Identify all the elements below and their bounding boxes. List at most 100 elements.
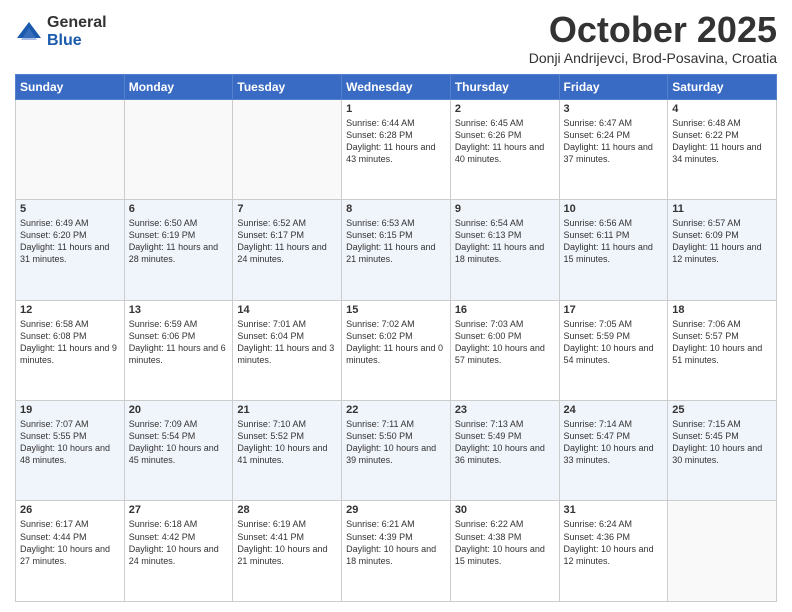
- table-row: 11 Sunrise: 6:57 AM Sunset: 6:09 PM Dayli…: [668, 200, 777, 300]
- logo-text: General Blue: [47, 14, 107, 49]
- day-number: 22: [346, 404, 446, 416]
- table-row: 22 Sunrise: 7:11 AM Sunset: 5:50 PM Dayli…: [342, 401, 451, 501]
- day-number: 26: [20, 504, 120, 516]
- table-row: 7 Sunrise: 6:52 AM Sunset: 6:17 PM Daylig…: [233, 200, 342, 300]
- day-number: 20: [129, 404, 229, 416]
- day-number: 17: [564, 304, 664, 316]
- table-row: [233, 99, 342, 199]
- table-row: 15Sunrise: 7:02 AM Sunset: 6:02 PM Dayli…: [342, 300, 451, 400]
- day-info: Sunrise: 7:07 AM Sunset: 5:55 PM Dayligh…: [20, 418, 120, 467]
- table-row: 14Sunrise: 7:01 AM Sunset: 6:04 PM Dayli…: [233, 300, 342, 400]
- table-row: 12Sunrise: 6:58 AM Sunset: 6:08 PM Dayli…: [16, 300, 125, 400]
- day-number: 27: [129, 504, 229, 516]
- day-info: Sunrise: 7:15 AM Sunset: 5:45 PM Dayligh…: [672, 418, 772, 467]
- day-info: Sunrise: 6:58 AM Sunset: 6:08 PM Dayligh…: [20, 318, 120, 367]
- table-row: 3 Sunrise: 6:47 AM Sunset: 6:24 PM Daylig…: [559, 99, 668, 199]
- table-row: 18Sunrise: 7:06 AM Sunset: 5:57 PM Dayli…: [668, 300, 777, 400]
- day-info: Sunrise: 6:57 AM Sunset: 6:09 PM Dayligh…: [672, 217, 772, 266]
- location: Donji Andrijevci, Brod-Posavina, Croatia: [529, 50, 777, 66]
- month-title: October 2025: [529, 10, 777, 50]
- day-info: Sunrise: 6:49 AM Sunset: 6:20 PM Dayligh…: [20, 217, 120, 266]
- col-tuesday: Tuesday: [233, 74, 342, 99]
- day-number: 31: [564, 504, 664, 516]
- day-info: Sunrise: 7:10 AM Sunset: 5:52 PM Dayligh…: [237, 418, 337, 467]
- logo-blue: Blue: [47, 32, 107, 50]
- table-row: 6Sunrise: 6:50 AM Sunset: 6:19 PM Daylig…: [124, 200, 233, 300]
- table-row: 19 Sunrise: 7:07 AM Sunset: 5:55 PM Dayli…: [16, 401, 125, 501]
- day-number: 7: [237, 203, 337, 215]
- table-row: 30Sunrise: 6:22 AM Sunset: 4:38 PM Dayli…: [450, 501, 559, 602]
- calendar-week-row: 1Sunrise: 6:44 AM Sunset: 6:28 PM Daylig…: [16, 99, 777, 199]
- day-number: 24: [564, 404, 664, 416]
- day-number: 16: [455, 304, 555, 316]
- table-row: 27 Sunrise: 6:18 AM Sunset: 4:42 PM Dayli…: [124, 501, 233, 602]
- day-info: Sunrise: 6:45 AM Sunset: 6:26 PM Dayligh…: [455, 117, 555, 166]
- day-number: 25: [672, 404, 772, 416]
- calendar-table: Sunday Monday Tuesday Wednesday Thursday…: [15, 74, 777, 602]
- table-row: 29 Sunrise: 6:21 AM Sunset: 4:39 PM Dayli…: [342, 501, 451, 602]
- logo: General Blue: [15, 14, 107, 49]
- day-number: 5: [20, 203, 120, 215]
- day-number: 3: [564, 103, 664, 115]
- day-number: 4: [672, 103, 772, 115]
- logo-general: General: [47, 14, 107, 32]
- page: General Blue October 2025 Donji Andrijev…: [0, 0, 792, 612]
- table-row: 21 Sunrise: 7:10 AM Sunset: 5:52 PM Dayli…: [233, 401, 342, 501]
- table-row: [16, 99, 125, 199]
- day-info: Sunrise: 6:17 AM Sunset: 4:44 PM Dayligh…: [20, 518, 120, 567]
- day-info: Sunrise: 7:03 AM Sunset: 6:00 PM Dayligh…: [455, 318, 555, 367]
- day-number: 21: [237, 404, 337, 416]
- day-info: Sunrise: 6:47 AM Sunset: 6:24 PM Dayligh…: [564, 117, 664, 166]
- day-info: Sunrise: 6:21 AM Sunset: 4:39 PM Dayligh…: [346, 518, 446, 567]
- day-number: 8: [346, 203, 446, 215]
- day-info: Sunrise: 6:52 AM Sunset: 6:17 PM Dayligh…: [237, 217, 337, 266]
- day-info: Sunrise: 7:01 AM Sunset: 6:04 PM Dayligh…: [237, 318, 337, 367]
- table-row: 17Sunrise: 7:05 AM Sunset: 5:59 PM Dayli…: [559, 300, 668, 400]
- day-info: Sunrise: 6:50 AM Sunset: 6:19 PM Dayligh…: [129, 217, 229, 266]
- day-info: Sunrise: 7:06 AM Sunset: 5:57 PM Dayligh…: [672, 318, 772, 367]
- table-row: 2Sunrise: 6:45 AM Sunset: 6:26 PM Daylig…: [450, 99, 559, 199]
- header: General Blue October 2025 Donji Andrijev…: [15, 10, 777, 66]
- col-saturday: Saturday: [668, 74, 777, 99]
- table-row: 26 Sunrise: 6:17 AM Sunset: 4:44 PM Dayli…: [16, 501, 125, 602]
- day-info: Sunrise: 7:02 AM Sunset: 6:02 PM Dayligh…: [346, 318, 446, 367]
- day-number: 9: [455, 203, 555, 215]
- calendar-header-row: Sunday Monday Tuesday Wednesday Thursday…: [16, 74, 777, 99]
- calendar-week-row: 19 Sunrise: 7:07 AM Sunset: 5:55 PM Dayli…: [16, 401, 777, 501]
- table-row: 1Sunrise: 6:44 AM Sunset: 6:28 PM Daylig…: [342, 99, 451, 199]
- day-info: Sunrise: 7:13 AM Sunset: 5:49 PM Dayligh…: [455, 418, 555, 467]
- day-number: 28: [237, 504, 337, 516]
- col-wednesday: Wednesday: [342, 74, 451, 99]
- table-row: 28Sunrise: 6:19 AM Sunset: 4:41 PM Dayli…: [233, 501, 342, 602]
- title-block: October 2025 Donji Andrijevci, Brod-Posa…: [529, 10, 777, 66]
- table-row: 20Sunrise: 7:09 AM Sunset: 5:54 PM Dayli…: [124, 401, 233, 501]
- day-number: 13: [129, 304, 229, 316]
- table-row: 5 Sunrise: 6:49 AM Sunset: 6:20 PM Daylig…: [16, 200, 125, 300]
- day-info: Sunrise: 6:53 AM Sunset: 6:15 PM Dayligh…: [346, 217, 446, 266]
- table-row: 24 Sunrise: 7:14 AM Sunset: 5:47 PM Dayli…: [559, 401, 668, 501]
- calendar-week-row: 12Sunrise: 6:58 AM Sunset: 6:08 PM Dayli…: [16, 300, 777, 400]
- calendar-week-row: 26 Sunrise: 6:17 AM Sunset: 4:44 PM Dayli…: [16, 501, 777, 602]
- day-info: Sunrise: 7:14 AM Sunset: 5:47 PM Dayligh…: [564, 418, 664, 467]
- day-number: 10: [564, 203, 664, 215]
- day-number: 23: [455, 404, 555, 416]
- day-info: Sunrise: 6:48 AM Sunset: 6:22 PM Dayligh…: [672, 117, 772, 166]
- day-number: 11: [672, 203, 772, 215]
- day-info: Sunrise: 6:18 AM Sunset: 4:42 PM Dayligh…: [129, 518, 229, 567]
- table-row: 23 Sunrise: 7:13 AM Sunset: 5:49 PM Dayli…: [450, 401, 559, 501]
- table-row: 13Sunrise: 6:59 AM Sunset: 6:06 PM Dayli…: [124, 300, 233, 400]
- col-friday: Friday: [559, 74, 668, 99]
- day-number: 29: [346, 504, 446, 516]
- day-info: Sunrise: 6:22 AM Sunset: 4:38 PM Dayligh…: [455, 518, 555, 567]
- day-number: 19: [20, 404, 120, 416]
- table-row: [668, 501, 777, 602]
- col-thursday: Thursday: [450, 74, 559, 99]
- table-row: 31 Sunrise: 6:24 AM Sunset: 4:36 PM Dayli…: [559, 501, 668, 602]
- table-row: [124, 99, 233, 199]
- col-monday: Monday: [124, 74, 233, 99]
- calendar-week-row: 5 Sunrise: 6:49 AM Sunset: 6:20 PM Daylig…: [16, 200, 777, 300]
- day-info: Sunrise: 7:11 AM Sunset: 5:50 PM Dayligh…: [346, 418, 446, 467]
- day-info: Sunrise: 6:24 AM Sunset: 4:36 PM Dayligh…: [564, 518, 664, 567]
- table-row: 8 Sunrise: 6:53 AM Sunset: 6:15 PM Daylig…: [342, 200, 451, 300]
- table-row: 10Sunrise: 6:56 AM Sunset: 6:11 PM Dayli…: [559, 200, 668, 300]
